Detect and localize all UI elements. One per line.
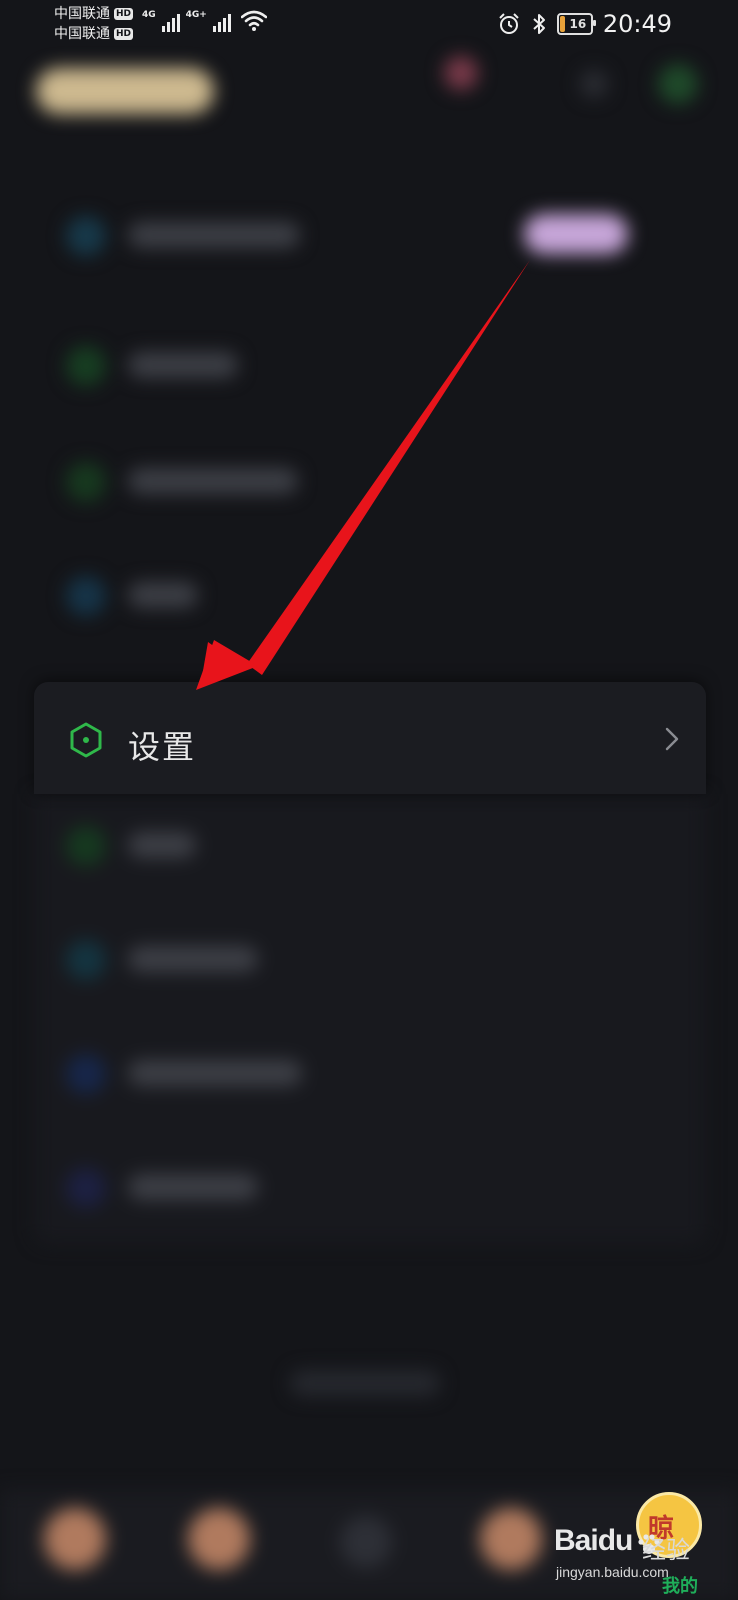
clock: 20:49 (602, 10, 672, 38)
status-right: 16 20:49 (497, 10, 672, 38)
battery-icon: 16 (556, 13, 596, 35)
watermark-wode: 我的 (662, 1576, 698, 1597)
baidu-jingyan-watermark: 晾 Baidu 经验 jingyan.baidu.com 我的 (554, 1492, 724, 1597)
bluetooth-icon (533, 14, 545, 34)
blurred-row-text (128, 832, 196, 858)
carrier-name: 中国联通 (54, 6, 110, 22)
blurred-row-icon (66, 1168, 106, 1208)
blurred-row-icon (66, 826, 106, 866)
hd-badge: HD (114, 8, 134, 20)
chevron-right-icon (665, 727, 679, 751)
blurred-row-text (128, 1060, 302, 1086)
blurred-account-pill (36, 68, 214, 114)
signal-indicators: 4G 4G+ (142, 10, 267, 32)
blurred-row-text (128, 946, 258, 972)
blurred-icon (658, 64, 698, 104)
blurred-row-text (128, 222, 300, 248)
menu-item-settings[interactable]: 设置 (34, 682, 706, 794)
blurred-row-text (128, 582, 198, 608)
alarm-icon (499, 13, 519, 34)
settings-label: 设置 (128, 728, 197, 766)
blurred-avatar (188, 1508, 250, 1570)
watermark-brand-du: du (597, 1524, 634, 1557)
blurred-row-text (128, 468, 298, 494)
blurred-row-icon (66, 1054, 106, 1094)
blurred-row-icon (66, 216, 106, 256)
watermark-url: jingyan.baidu.com (556, 1564, 669, 1580)
signal-icon (212, 10, 231, 32)
blurred-row-icon (66, 462, 106, 502)
signal-icon (161, 10, 180, 32)
watermark-brand: Baidu (554, 1524, 634, 1558)
blurred-row-icon (66, 940, 106, 980)
carrier-info: 中国联通 HD 中国联通 HD (54, 4, 134, 44)
blurred-avatar (44, 1508, 106, 1570)
blurred-row-text (128, 1174, 258, 1200)
carrier-name: 中国联通 (54, 26, 110, 42)
blurred-avatar (444, 56, 478, 90)
network-type: 4G (142, 10, 156, 20)
hd-badge: HD (114, 28, 134, 40)
network-type: 4G+ (185, 10, 207, 20)
battery-percent: 16 (569, 17, 587, 31)
blurred-icon (580, 70, 608, 98)
blurred-avatar (340, 1516, 392, 1568)
blurred-row-icon (66, 346, 106, 386)
watermark-brand-bai: Bai (554, 1524, 599, 1557)
blurred-row-text (128, 352, 238, 378)
status-bar: 中国联通 HD 中国联通 HD 4G 4G+ 16 20:49 (0, 0, 738, 48)
settings-card: 设置 (34, 682, 706, 794)
blurred-footer-text (290, 1370, 440, 1396)
watermark-jingyan: 经验 (642, 1536, 690, 1564)
wifi-icon (240, 10, 267, 31)
blurred-row-icon (66, 576, 106, 616)
blurred-background (0, 0, 738, 1600)
hexagon-settings-icon (70, 722, 102, 758)
blurred-avatar (480, 1508, 542, 1570)
blurred-badge (524, 214, 628, 254)
